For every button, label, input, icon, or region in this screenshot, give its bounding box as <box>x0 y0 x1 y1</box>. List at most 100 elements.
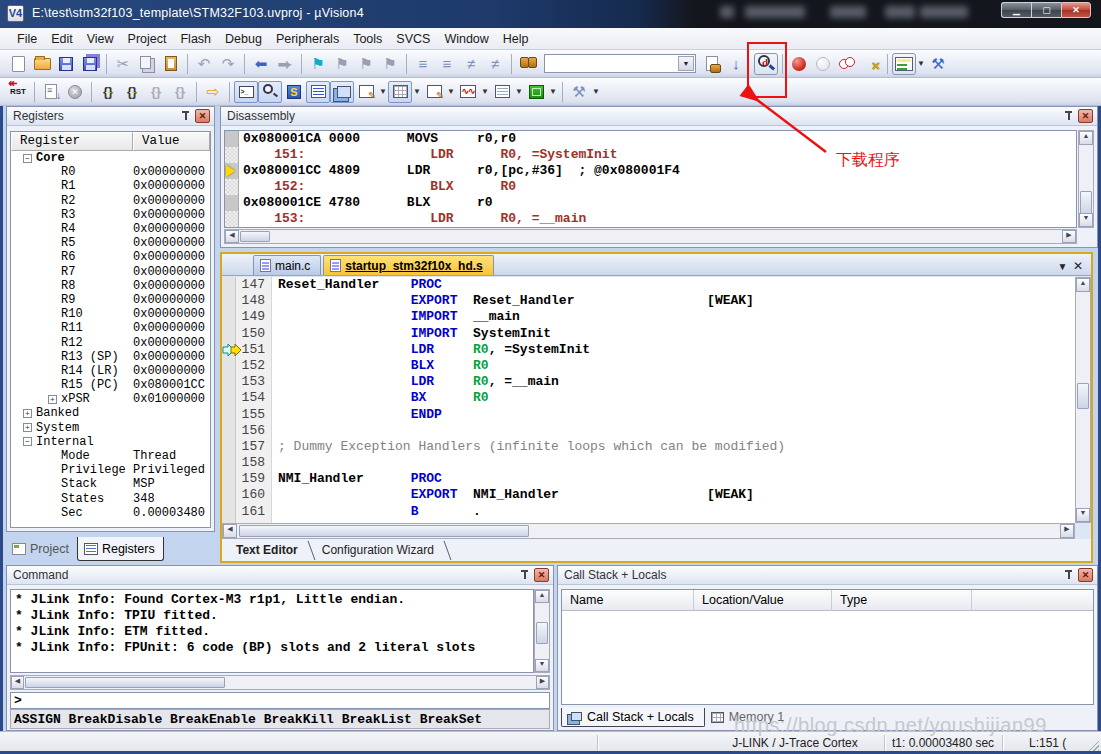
navigate-back-icon[interactable]: ⬅ <box>249 53 273 75</box>
editor-code[interactable]: Reset_Handler PROC EXPORT Reset_Handler … <box>272 277 1075 523</box>
stop-icon[interactable]: ✕ <box>63 81 87 103</box>
menu-tools[interactable]: Tools <box>346 29 389 49</box>
code-line-154[interactable]: BX R0 <box>272 390 1075 406</box>
register-row-r13sp[interactable]: R13 (SP)0x00000000 <box>11 350 210 364</box>
code-line-159[interactable]: NMI_Handler PROC <box>272 471 1075 487</box>
register-row-r0[interactable]: R00x00000000 <box>11 165 210 179</box>
callstack-col-location[interactable]: Location/Value <box>694 590 832 611</box>
disassembly-line[interactable]: 152: BLX R0 <box>225 179 1076 195</box>
run-to-cursor-icon[interactable]: {}→ <box>168 81 192 103</box>
close-button[interactable]: ✕ <box>1061 2 1091 18</box>
code-line-147[interactable]: Reset_Handler PROC <box>272 277 1075 293</box>
close-icon[interactable]: ✕ <box>1078 568 1093 582</box>
code-line-158[interactable] <box>272 455 1075 471</box>
registers-window-icon[interactable] <box>306 81 330 103</box>
code-line-152[interactable]: BLX R0 <box>272 358 1075 374</box>
disassembly-line[interactable]: 0x080001CA 0000 MOVS r0,r0 <box>225 131 1076 147</box>
code-line-150[interactable]: IMPORT SystemInit <box>272 326 1075 342</box>
debug-toolbar-icon[interactable]: ⚒ <box>567 81 591 103</box>
register-row-r10[interactable]: R100x00000000 <box>11 307 210 321</box>
editor-hscrollbar[interactable]: ◀ ▶ <box>222 523 1075 539</box>
code-line-161[interactable]: B . <box>272 504 1075 520</box>
menu-help[interactable]: Help <box>496 29 536 49</box>
register-row-r2[interactable]: R20x00000000 <box>11 194 210 208</box>
find-in-files-icon[interactable] <box>516 53 540 75</box>
disassembly-window-icon[interactable] <box>258 81 282 103</box>
menu-svcs[interactable]: SVCS <box>389 29 437 49</box>
code-line-148[interactable]: EXPORT Reset_Handler [WEAK] <box>272 293 1075 309</box>
register-row-privilege[interactable]: PrivilegePrivileged <box>11 463 210 477</box>
code-line-160[interactable]: EXPORT NMI_Handler [WEAK] <box>272 487 1075 503</box>
pin-icon[interactable] <box>1064 111 1073 122</box>
save-icon[interactable] <box>54 53 78 75</box>
code-line-153[interactable]: LDR R0, =__main <box>272 374 1075 390</box>
serial-window-icon-dropdown[interactable]: ▼ <box>446 87 456 96</box>
cut-icon[interactable]: ✂ <box>111 53 135 75</box>
menu-debug[interactable]: Debug <box>218 29 269 49</box>
save-all-icon[interactable] <box>78 53 102 75</box>
reset-cpu-icon[interactable]: ↞RST <box>6 81 30 103</box>
disassembly-hscrollbar[interactable]: ◀ ▶ <box>224 229 1077 244</box>
run-icon[interactable]: ⇨ <box>201 81 225 103</box>
tab-main-c[interactable]: main.c <box>253 255 321 275</box>
close-document-icon[interactable]: ✕ <box>1073 259 1083 273</box>
menu-edit[interactable]: Edit <box>44 29 80 49</box>
bookmark-toggle-icon[interactable]: ⚑ <box>306 53 330 75</box>
register-row-system[interactable]: +System <box>11 421 210 435</box>
register-row-r12[interactable]: R120x00000000 <box>11 335 210 349</box>
code-line-156[interactable] <box>272 423 1075 439</box>
navigate-forward-icon[interactable]: ⮕ <box>273 53 297 75</box>
system-viewer-icon-dropdown[interactable]: ▼ <box>548 87 558 96</box>
register-row-r15pc[interactable]: R15 (PC)0x080001CC <box>11 378 210 392</box>
outdent-icon[interactable]: ≡ <box>435 53 459 75</box>
register-row-sec[interactable]: Sec0.00003480 <box>11 506 210 520</box>
undo-icon[interactable]: ↶ <box>192 53 216 75</box>
close-icon[interactable]: ✕ <box>195 109 210 123</box>
disassembly-vscrollbar[interactable]: ▲ ▼ <box>1078 130 1094 228</box>
menu-window[interactable]: Window <box>437 29 495 49</box>
trace-window-icon-dropdown[interactable]: ▼ <box>514 87 524 96</box>
memory-window-icon-dropdown[interactable]: ▼ <box>412 87 422 96</box>
tab-startup-s[interactable]: startup_stm32f10x_hd.s <box>323 255 493 275</box>
command-output[interactable]: * JLink Info: Found Cortex-M3 r1p1, Litt… <box>10 589 534 673</box>
bookmark-clear-icon[interactable]: ⚑ <box>378 53 402 75</box>
redo-icon[interactable]: ↷ <box>216 53 240 75</box>
register-row-r4[interactable]: R40x00000000 <box>11 222 210 236</box>
close-icon[interactable]: ✕ <box>1078 109 1093 123</box>
indent-icon[interactable]: ≡ <box>411 53 435 75</box>
show-next-statement-icon[interactable] <box>39 81 63 103</box>
disassembly-line[interactable]: 0x080001CC 4809 LDR r0,[pc,#36] ; @0x080… <box>225 163 1076 179</box>
register-row-r1[interactable]: R10x00000000 <box>11 179 210 193</box>
disassembly-line[interactable]: 153: LDR R0, =__main <box>225 211 1076 227</box>
close-icon[interactable]: ✕ <box>534 568 549 582</box>
pin-icon[interactable] <box>520 570 529 581</box>
editor-vscrollbar[interactable]: ▲ ▼ <box>1075 277 1091 523</box>
tab-callstack-locals[interactable]: Call Stack + Locals <box>561 708 705 727</box>
code-line-151[interactable]: LDR R0, =SystemInit <box>272 342 1075 358</box>
search-combobox[interactable]: ▼ <box>544 54 696 73</box>
register-row-r5[interactable]: R50x00000000 <box>11 236 210 250</box>
register-row-core[interactable]: −Core <box>11 151 210 165</box>
register-row-r14lr[interactable]: R14 (LR)0x00000000 <box>11 364 210 378</box>
find-icon[interactable] <box>700 53 724 75</box>
tab-project[interactable]: Project <box>6 537 77 561</box>
memory-window-icon[interactable] <box>388 81 412 103</box>
paste-icon[interactable] <box>159 53 183 75</box>
debug-toolbar-icon-dropdown[interactable]: ▼ <box>591 87 601 96</box>
tab-registers[interactable]: Registers <box>77 537 164 561</box>
incremental-find-icon[interactable]: ↓ <box>724 53 748 75</box>
code-line-149[interactable]: IMPORT __main <box>272 309 1075 325</box>
menu-project[interactable]: Project <box>121 29 174 49</box>
register-row-r6[interactable]: R60x00000000 <box>11 250 210 264</box>
bookmark-prev-icon[interactable]: ⚑ <box>330 53 354 75</box>
disassembly-line[interactable]: 0x080001D0 4809 LDR r0,[pc,#36] ; @0x080… <box>225 227 1076 228</box>
analysis-window-icon-dropdown[interactable]: ▼ <box>480 87 490 96</box>
configure-target-icon[interactable]: ⚒ <box>926 53 950 75</box>
watch-window-icon-dropdown[interactable]: ▼ <box>378 87 388 96</box>
code-line-157[interactable]: ; Dummy Exception Handlers (infinite loo… <box>272 439 1075 455</box>
step-out-icon[interactable]: {}→ <box>144 81 168 103</box>
tab-configuration-wizard[interactable]: Configuration Wizard <box>312 541 448 560</box>
open-file-icon[interactable] <box>30 53 54 75</box>
register-row-xpsr[interactable]: +xPSR0x01000000 <box>11 392 210 406</box>
step-over-icon[interactable]: {}→ <box>120 81 144 103</box>
